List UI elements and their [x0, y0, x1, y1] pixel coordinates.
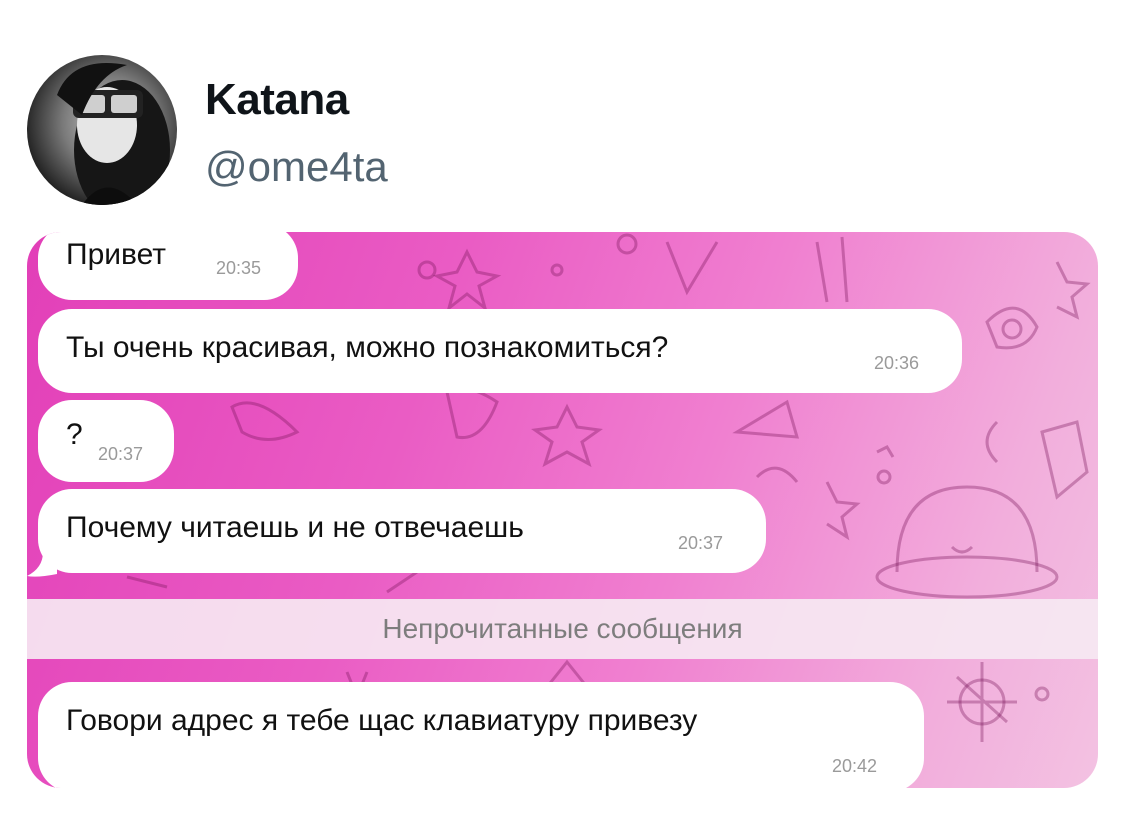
message-time: 20:42: [832, 756, 878, 776]
message-text: ?: [66, 418, 83, 451]
message-text: Говори адрес я тебе щас клавиатуру приве…: [66, 704, 698, 737]
message-bubble[interactable]: Почему читаешь и не отвечаешь 20:37: [38, 489, 766, 573]
message-bubble[interactable]: Говори адрес я тебе щас клавиатуру приве…: [38, 682, 924, 788]
message-text: Почему читаешь и не отвечаешь: [66, 511, 524, 544]
unread-messages-label: Непрочитанные сообщения: [382, 613, 743, 644]
unread-messages-divider: Непрочитанные сообщения: [27, 599, 1098, 659]
message-time: 20:35: [216, 258, 262, 278]
user-handle[interactable]: @ome4ta: [205, 143, 388, 191]
avatar[interactable]: [27, 55, 177, 205]
message-text: Ты очень красивая, можно познакомиться?: [66, 331, 669, 364]
message-bubble[interactable]: ? 20:37: [38, 400, 174, 482]
message-bubble[interactable]: Ты очень красивая, можно познакомиться? …: [38, 309, 962, 393]
message-time: 20:37: [678, 533, 724, 553]
tweet-header: Katana @ome4ta: [27, 55, 727, 205]
bubble-tail: [27, 552, 57, 577]
message-bubble[interactable]: Привет 20:35: [38, 232, 298, 300]
avatar-image: [57, 63, 170, 205]
display-name[interactable]: Katana: [205, 75, 349, 125]
message-time: 20:36: [874, 353, 920, 373]
chat-screenshot: Привет 20:35 Ты очень красивая, можно по…: [27, 232, 1098, 788]
message-time: 20:37: [98, 444, 144, 464]
message-text: Привет: [66, 238, 167, 271]
